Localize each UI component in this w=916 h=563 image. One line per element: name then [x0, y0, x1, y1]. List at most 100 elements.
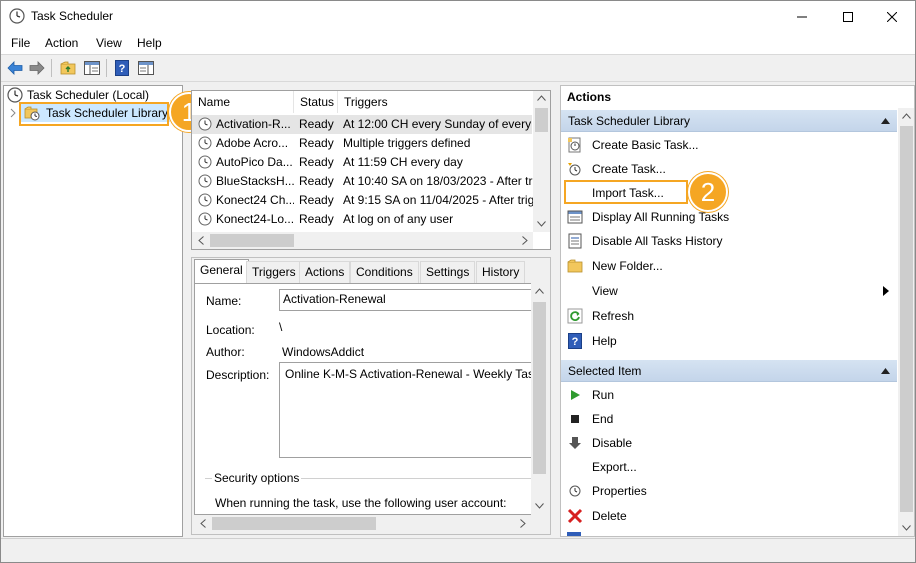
task-list-vertical-scrollbar[interactable] [533, 91, 550, 232]
task-name: AutoPico Da... [216, 155, 293, 169]
table-row[interactable]: Konect24-Lo... Ready At log on of any us… [192, 210, 532, 229]
action-new-folder[interactable]: New Folder... [561, 255, 897, 277]
actions-pane: Actions Task Scheduler Library Create Ba… [560, 85, 915, 537]
minimize-button[interactable] [779, 1, 825, 32]
delete-icon [567, 508, 583, 524]
history-icon [567, 233, 583, 249]
action-create-task[interactable]: Create Task... [561, 158, 897, 180]
tab-conditions[interactable]: Conditions [350, 261, 419, 283]
action-label: End [592, 412, 614, 426]
details-pane: General Triggers Actions Conditions Sett… [191, 257, 551, 535]
location-label: Location: [206, 323, 255, 337]
task-name: BlueStacksH... [216, 174, 294, 188]
task-name: Konect24-Lo... [216, 212, 294, 226]
table-row[interactable]: BlueStacksH... Ready At 10:40 SA on 18/0… [192, 172, 535, 191]
action-label: Create Task... [592, 162, 666, 176]
show-hide-tree-icon[interactable] [83, 59, 101, 77]
task-clock-icon [198, 136, 214, 153]
close-button[interactable] [869, 1, 915, 32]
menu-bar: File Action View Help [1, 32, 915, 54]
task-status: Ready [299, 193, 334, 207]
task-triggers: At 11:59 CH every day [343, 155, 463, 169]
description-field[interactable]: Online K-M-S Activation-Renewal - Weekly… [279, 362, 531, 458]
action-export[interactable]: Export... [561, 456, 897, 478]
author-label: Author: [206, 345, 245, 359]
menu-view[interactable]: View [96, 36, 122, 50]
action-delete[interactable]: Delete [561, 505, 897, 527]
column-header-status[interactable]: Status [294, 91, 338, 113]
submenu-arrow-icon [883, 286, 889, 296]
maximize-button[interactable] [825, 1, 871, 32]
details-horizontal-scrollbar[interactable] [194, 515, 531, 532]
tab-triggers[interactable]: Triggers [246, 261, 302, 283]
action-disable-tasks-history[interactable]: Disable All Tasks History [561, 230, 897, 252]
column-header-triggers[interactable]: Triggers [338, 91, 534, 113]
task-triggers: At 12:00 CH every Sunday of every w [343, 117, 535, 131]
tab-settings[interactable]: Settings [420, 261, 476, 283]
action-label: Properties [592, 484, 647, 498]
forward-arrow-icon[interactable] [28, 59, 46, 77]
clock-icon [9, 8, 25, 24]
import-highlight-box [564, 180, 688, 204]
action-end[interactable]: End [561, 408, 897, 430]
show-hide-action-pane-icon[interactable] [137, 59, 155, 77]
menu-file[interactable]: File [11, 36, 30, 50]
section-selected-item[interactable]: Selected Item [561, 360, 897, 382]
running-tasks-icon [567, 209, 583, 225]
action-label: Create Basic Task... [592, 138, 699, 152]
name-field[interactable]: Activation-Renewal [279, 289, 531, 311]
task-status: Ready [299, 117, 334, 131]
menu-action[interactable]: Action [45, 36, 78, 50]
action-label: Refresh [592, 309, 635, 323]
action-display-running-tasks[interactable]: Display All Running Tasks [561, 206, 897, 228]
actions-header: Actions [561, 86, 914, 108]
action-create-basic-task[interactable]: Create Basic Task... [561, 134, 897, 156]
tab-history[interactable]: History [476, 261, 526, 283]
table-row[interactable]: Adobe Acro... Ready Multiple triggers de… [192, 134, 532, 153]
table-row[interactable]: Activation-R... Ready At 12:00 CH every … [192, 115, 535, 134]
window-title: Task Scheduler [31, 9, 114, 23]
up-folder-icon[interactable] [59, 59, 77, 77]
create-task-icon [567, 161, 583, 177]
action-label: Delete [592, 509, 627, 523]
action-run[interactable]: Run [561, 384, 897, 406]
tab-actions[interactable]: Actions [299, 261, 351, 283]
section-task-scheduler-library[interactable]: Task Scheduler Library [561, 110, 897, 132]
task-name: Konect24 Ch... [216, 193, 294, 207]
action-help[interactable]: ? Help [561, 330, 897, 352]
tree-expand-chevron-icon[interactable] [9, 104, 17, 122]
task-clock-icon [198, 212, 214, 229]
tab-general[interactable]: General [194, 259, 249, 284]
help-book-icon[interactable]: ? [113, 59, 131, 77]
table-row[interactable]: AutoPico Da... Ready At 11:59 CH every d… [192, 153, 532, 172]
menu-help[interactable]: Help [137, 36, 162, 50]
task-clock-icon [198, 193, 214, 210]
status-bar [1, 538, 915, 562]
scroll-down-arrow-icon [535, 503, 544, 509]
column-header-name[interactable]: Name [192, 91, 294, 113]
tree-root-label: Task Scheduler (Local) [27, 88, 150, 102]
task-scheduler-window: Task Scheduler File Action View Help ? T… [0, 0, 916, 563]
table-row[interactable]: Konect24 Ch... Ready At 9:15 SA on 11/04… [192, 191, 534, 210]
task-triggers: Multiple triggers defined [343, 136, 471, 150]
clock-icon [7, 87, 23, 103]
back-arrow-icon[interactable] [6, 59, 24, 77]
collapse-icon [881, 118, 890, 124]
action-refresh[interactable]: Refresh [561, 305, 897, 327]
task-list-horizontal-scrollbar[interactable] [192, 232, 533, 249]
action-label: Run [592, 388, 615, 402]
refresh-icon [567, 308, 583, 324]
details-vertical-scrollbar[interactable] [531, 283, 548, 515]
scroll-right-arrow-icon [522, 236, 528, 245]
basic-task-icon [567, 137, 583, 153]
collapse-icon [881, 368, 890, 374]
section-title: Task Scheduler Library [568, 114, 691, 128]
scroll-up-arrow-icon [902, 113, 911, 119]
author-value: WindowsAddict [282, 345, 365, 359]
action-disable[interactable]: Disable [561, 432, 897, 454]
task-clock-icon [198, 117, 214, 134]
action-properties[interactable]: Properties [561, 480, 897, 502]
title-bar: Task Scheduler [1, 1, 915, 32]
action-view[interactable]: View [561, 280, 897, 302]
actions-vertical-scrollbar[interactable] [898, 108, 914, 536]
